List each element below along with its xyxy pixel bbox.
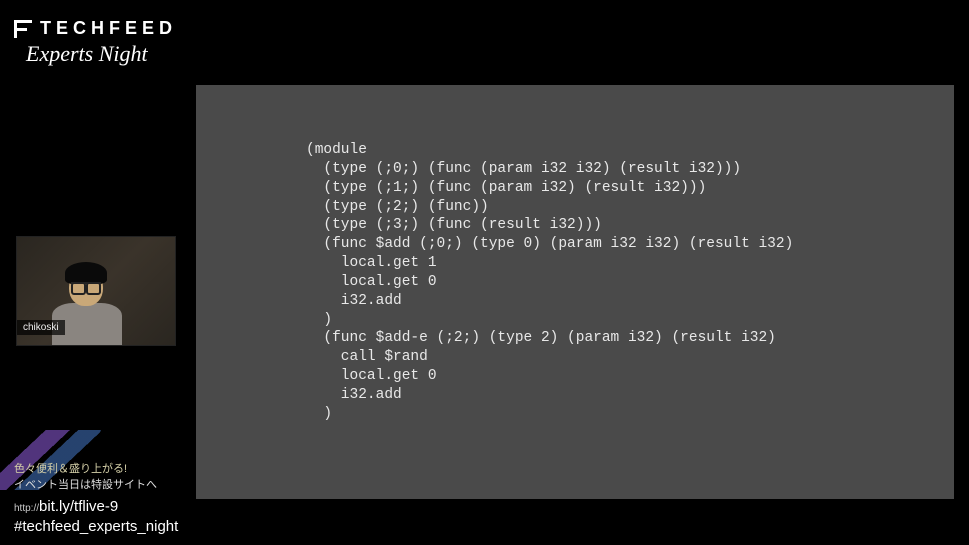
- code-block: (module (type (;0;) (func (param i32 i32…: [306, 141, 954, 424]
- presenter-webcam: chikoski: [16, 236, 176, 346]
- promo-text-2: イベント当日は特設サイトへ: [14, 476, 178, 492]
- logo-main-text: TECHFEED: [40, 18, 177, 39]
- logo-main: TECHFEED: [14, 18, 177, 39]
- presenter-name: chikoski: [17, 320, 65, 335]
- presentation-slide: (module (type (;0;) (func (param i32 i32…: [196, 85, 954, 499]
- event-logo: TECHFEED Experts Night: [14, 18, 177, 67]
- event-hashtag: #techfeed_experts_night: [14, 518, 178, 535]
- promo-text-1: 色々便利＆盛り上がる!: [14, 460, 178, 476]
- event-url: http://bit.ly/tflive-9: [14, 498, 178, 515]
- logo-subtitle: Experts Night: [26, 41, 177, 67]
- event-info: 色々便利＆盛り上がる! イベント当日は特設サイトへ http://bit.ly/…: [14, 460, 178, 535]
- techfeed-icon: [14, 20, 32, 38]
- url-prefix: http://: [14, 503, 39, 514]
- url-path: bit.ly/tflive-9: [39, 498, 118, 515]
